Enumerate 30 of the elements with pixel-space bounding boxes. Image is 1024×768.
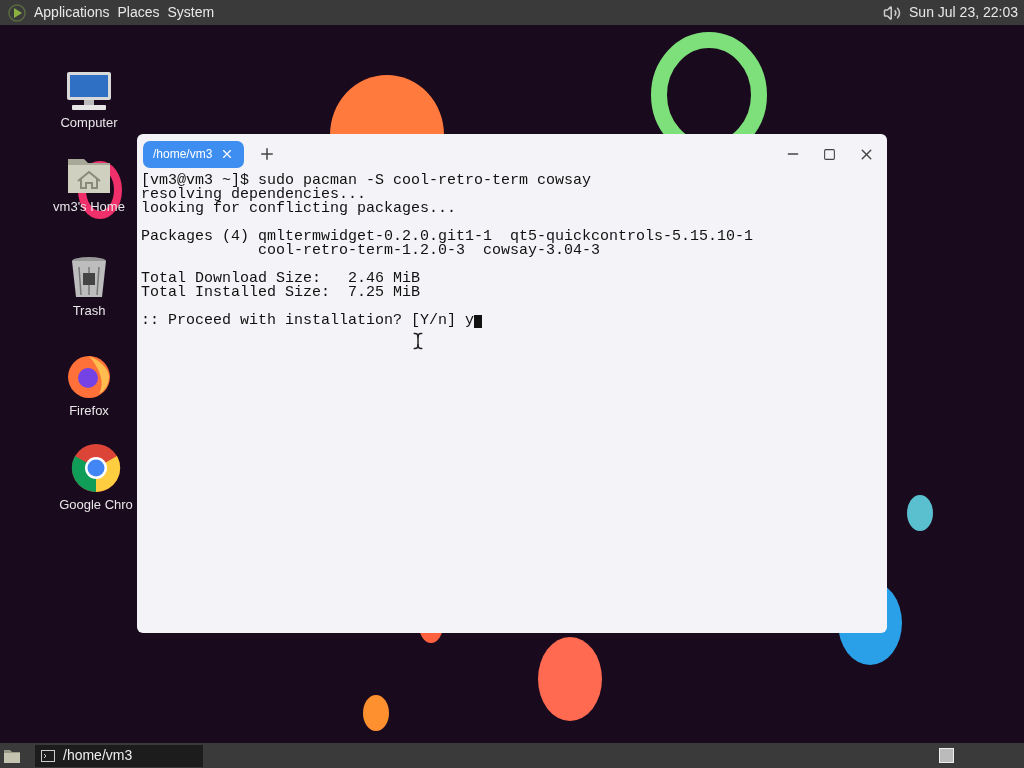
maximize-icon[interactable] (823, 147, 836, 161)
terminal-line: Packages (4) qmltermwidget-0.2.0.git1-1 qt5-quickcontrols-5.15.10-1 (141, 230, 754, 244)
trash-icon (69, 255, 109, 299)
firefox-icon (66, 353, 112, 399)
desktop-icon-label[interactable]: Computer (60, 113, 118, 133)
terminal-line: resolving dependencies... (141, 188, 367, 202)
terminal-line: looking for conflicting packages... (141, 202, 457, 216)
volume-icon[interactable] (883, 3, 901, 22)
terminal-line: Total Download Size: 2.46 MiB (141, 272, 421, 286)
terminal-line: [vm3@vm3 ~]$ sudo pacman -S cool-retro-term cowsay (141, 174, 592, 188)
terminal-icon (41, 749, 55, 762)
panel-menu[interactable]: Places (117, 2, 160, 23)
terminal-line: Total Installed Size: 7.25 MiB (141, 286, 421, 300)
terminal-line: :: Proceed with installation? [Y/n] y (141, 314, 475, 328)
computer-icon (64, 71, 114, 111)
wallpaper-bubble (363, 695, 389, 731)
clock[interactable]: Sun Jul 23, 22:03 (909, 2, 1018, 23)
chrome-icon (71, 443, 121, 493)
desktop-icon-label[interactable]: Trash (72, 301, 106, 321)
logo-icon[interactable] (8, 3, 26, 22)
panel-menu[interactable]: Applications (34, 2, 110, 23)
desktop-icon-label[interactable]: Google Chro (59, 495, 133, 515)
taskbar-window[interactable]: /home/vm3 (35, 744, 203, 767)
panel-menu[interactable]: System (167, 2, 215, 23)
text-cursor (474, 314, 483, 328)
wallpaper-bubble (907, 495, 933, 531)
workspace-switcher[interactable] (939, 748, 954, 763)
desktop-icon-label[interactable]: Firefox (69, 401, 109, 421)
terminal-line: cool-retro-term-1.2.0-3 cowsay-3.04-3 (257, 244, 601, 258)
folder-icon[interactable] (3, 747, 21, 764)
